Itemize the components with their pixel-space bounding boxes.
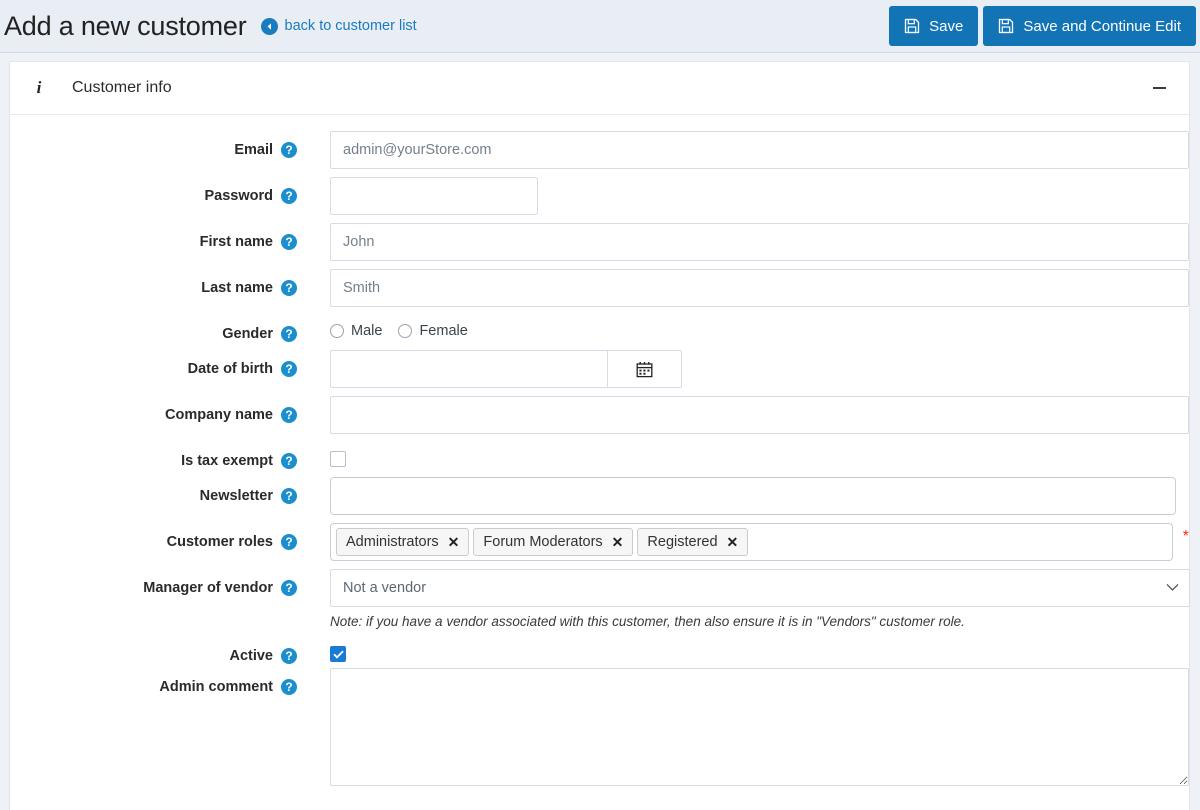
role-tag-label: Administrators <box>346 534 439 550</box>
role-tag-label: Forum Moderators <box>483 534 603 550</box>
form-row-is-tax-exempt: Is tax exempt ? <box>10 442 1189 469</box>
form-row-newsletter: Newsletter ? <box>10 477 1189 515</box>
customer-form: Email ? Password ? Fir <box>10 115 1190 810</box>
gender-radio-female[interactable]: Female <box>398 323 468 339</box>
role-tag: Administrators ✕ <box>336 528 470 556</box>
back-to-customer-list-link[interactable]: back to customer list <box>260 17 417 35</box>
form-row-admin-comment: Admin comment ? <box>10 668 1189 786</box>
save-button[interactable]: Save <box>889 6 979 46</box>
customer-info-panel: i Customer info Email ? Password ? <box>9 61 1190 810</box>
date-of-birth-input[interactable] <box>330 350 607 388</box>
radio-circle-icon <box>398 324 413 338</box>
form-row-last-name: Last name ? <box>10 269 1189 307</box>
active-checkbox[interactable] <box>330 646 346 662</box>
question-circle-icon[interactable]: ? <box>281 534 297 550</box>
role-tag-label: Registered <box>647 534 718 550</box>
save-floppy-icon <box>998 18 1014 34</box>
page-title: Add a new customer <box>4 10 247 41</box>
close-x-icon[interactable]: ✕ <box>448 535 460 549</box>
is-tax-exempt-checkbox[interactable] <box>330 451 346 467</box>
panel-title: Customer info <box>72 79 172 96</box>
close-x-icon[interactable]: ✕ <box>612 535 624 549</box>
question-circle-icon[interactable]: ? <box>281 234 297 250</box>
gender-radio-male[interactable]: Male <box>330 323 382 339</box>
label-last-name: Last name ? <box>10 269 297 296</box>
company-name-input[interactable] <box>330 396 1189 434</box>
manager-of-vendor-note: Note: if you have a vendor associated wi… <box>330 614 965 629</box>
email-input[interactable] <box>330 131 1189 169</box>
save-and-continue-edit-button[interactable]: Save and Continue Edit <box>983 6 1196 46</box>
question-circle-icon[interactable]: ? <box>281 361 297 377</box>
label-password: Password ? <box>10 177 297 204</box>
form-row-company-name: Company name ? <box>10 396 1189 434</box>
label-first-name: First name ? <box>10 223 297 250</box>
customer-roles-tag-input[interactable]: Administrators ✕ Forum Moderators ✕ Regi… <box>330 523 1173 561</box>
form-row-date-of-birth: Date of birth ? <box>10 350 1189 388</box>
label-manager-of-vendor: Manager of vendor ? <box>10 569 297 596</box>
form-row-manager-of-vendor: Manager of vendor ? Not a vendor Note: i… <box>10 569 1190 629</box>
form-row-password: Password ? <box>10 177 1189 215</box>
first-name-input[interactable] <box>330 223 1189 261</box>
question-circle-icon[interactable]: ? <box>281 648 297 664</box>
label-company-name: Company name ? <box>10 396 297 423</box>
question-circle-icon[interactable]: ? <box>281 280 297 296</box>
form-row-gender: Gender ? Male Female <box>10 315 1189 342</box>
question-circle-icon[interactable]: ? <box>281 326 297 342</box>
admin-comment-textarea[interactable] <box>330 668 1189 786</box>
info-icon: i <box>36 78 42 97</box>
last-name-input[interactable] <box>330 269 1189 307</box>
question-circle-icon[interactable]: ? <box>281 580 297 596</box>
back-link-label: back to customer list <box>284 18 417 34</box>
question-circle-icon[interactable]: ? <box>281 679 297 695</box>
form-row-first-name: First name ? <box>10 223 1189 261</box>
label-email: Email ? <box>10 131 297 158</box>
page-header-bar: Add a new customer back to customer list… <box>0 0 1200 53</box>
question-circle-icon[interactable]: ? <box>281 488 297 504</box>
manager-of-vendor-select[interactable]: Not a vendor <box>330 569 1190 607</box>
date-of-birth-group <box>330 350 682 388</box>
save-and-continue-edit-label: Save and Continue Edit <box>1023 17 1181 35</box>
form-row-email: Email ? <box>10 131 1189 169</box>
required-asterisk: * <box>1182 528 1189 545</box>
label-is-tax-exempt: Is tax exempt ? <box>10 442 297 469</box>
question-circle-icon[interactable]: ? <box>281 188 297 204</box>
minus-icon[interactable] <box>1151 80 1167 96</box>
role-tag: Registered ✕ <box>637 528 749 556</box>
label-admin-comment: Admin comment ? <box>10 668 297 695</box>
save-floppy-icon <box>904 18 920 34</box>
label-active: Active ? <box>10 637 297 664</box>
gender-radio-group: Male Female <box>330 315 468 339</box>
form-row-customer-roles: Customer roles ? Administrators ✕ Forum … <box>10 523 1189 561</box>
label-date-of-birth: Date of birth ? <box>10 350 297 377</box>
header-actions: Save Save and Continue Edit <box>889 6 1196 46</box>
content-area: i Customer info Email ? Password ? <box>0 53 1200 810</box>
label-customer-roles: Customer roles ? <box>10 523 297 550</box>
radio-circle-icon <box>330 324 344 338</box>
panel-header: i Customer info <box>10 62 1189 115</box>
label-gender: Gender ? <box>10 315 297 342</box>
question-circle-icon[interactable]: ? <box>281 407 297 423</box>
question-circle-icon[interactable]: ? <box>281 142 297 158</box>
label-newsletter: Newsletter ? <box>10 477 297 504</box>
close-x-icon[interactable]: ✕ <box>727 535 739 549</box>
password-input[interactable] <box>330 177 538 215</box>
form-row-active: Active ? <box>10 637 1189 664</box>
calendar-icon[interactable] <box>607 350 682 388</box>
arrow-circle-left-icon <box>260 17 278 35</box>
question-circle-icon[interactable]: ? <box>281 453 297 469</box>
save-button-label: Save <box>929 17 964 35</box>
role-tag: Forum Moderators ✕ <box>473 528 634 556</box>
newsletter-input[interactable] <box>330 477 1176 515</box>
